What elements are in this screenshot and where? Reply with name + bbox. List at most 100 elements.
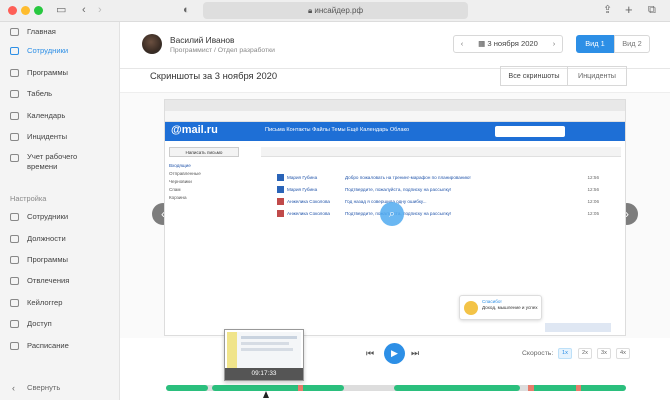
sidebar-item-label: Табель bbox=[27, 89, 53, 98]
table-icon bbox=[10, 90, 19, 98]
mail-from: Мария Губина bbox=[287, 187, 318, 192]
back-icon[interactable]: ‹ bbox=[82, 3, 86, 18]
mail-compose-button: Написать письмо bbox=[169, 147, 239, 157]
timeline-incident[interactable] bbox=[298, 385, 303, 391]
employee-header: Василий Иванов Программист / Отдел разра… bbox=[120, 22, 670, 69]
mail-from: Анжелика Соколова bbox=[287, 211, 330, 216]
address-bar[interactable]: 🔒︎ инсайдер.рф bbox=[203, 2, 468, 19]
skip-back-icon[interactable]: ⏮ bbox=[366, 348, 374, 359]
date-picker[interactable]: ‹ ▦ 3 ноября 2020 › bbox=[453, 35, 563, 53]
sender-avatar bbox=[277, 174, 284, 181]
settings-item-programs[interactable]: Программы bbox=[0, 250, 120, 270]
avatar bbox=[142, 34, 162, 54]
sidebar-item-home[interactable]: Главная bbox=[0, 22, 120, 42]
tabs-overview-icon[interactable]: ⧉ bbox=[648, 3, 656, 18]
speed-2x-button[interactable]: 2x bbox=[578, 348, 592, 359]
speed-label: Скорость: bbox=[522, 350, 554, 357]
skip-forward-icon[interactable]: ⏭ bbox=[411, 348, 419, 359]
settings-item-employees[interactable]: Сотрудники bbox=[0, 207, 120, 227]
apps-icon bbox=[10, 69, 19, 77]
mail-folder: Спам bbox=[169, 187, 181, 192]
sidebar-item-label: Учет рабочего bbox=[27, 152, 78, 161]
apps-icon bbox=[10, 256, 19, 264]
sidebar-item-label: Сотрудники bbox=[27, 46, 69, 55]
sidebar-item-programs[interactable]: Программы bbox=[0, 63, 120, 83]
sender-avatar bbox=[277, 186, 284, 193]
sidebar-item-label: Доступ bbox=[27, 319, 52, 328]
captured-toolbar bbox=[165, 111, 625, 122]
collapse-sidebar-button[interactable]: ‹ Свернуть bbox=[0, 378, 120, 398]
preview-image bbox=[227, 332, 301, 368]
view1-button[interactable]: Вид 1 bbox=[576, 35, 614, 53]
mail-folder: Корзина bbox=[169, 195, 187, 200]
settings-item-keylogger[interactable]: Кейлоггер bbox=[0, 293, 120, 313]
tab-incidents[interactable]: Инциденты bbox=[567, 66, 627, 86]
share-icon[interactable]: ⇪ bbox=[603, 3, 612, 18]
tab-all-screenshots[interactable]: Все скриншоты bbox=[500, 66, 568, 86]
captured-notification: Спасибо! Доход, мышление и успех bbox=[459, 295, 542, 320]
sidebar-toggle-icon[interactable]: ▭ bbox=[56, 3, 66, 18]
mail-subject: Подтвердите, пожалуйста, подписку на рас… bbox=[345, 187, 452, 192]
users-icon bbox=[10, 47, 19, 55]
preview-time: 09:17:33 bbox=[225, 368, 303, 380]
settings-item-schedule[interactable]: Расписание bbox=[0, 336, 120, 356]
browser-toolbar: ▭ ‹ › ◐ 🔒︎ инсайдер.рф ⇪ + ⧉ bbox=[0, 0, 670, 22]
screenshot-image[interactable]: @mail.ru Письма Контакты Файлы Темы Ещё … bbox=[164, 99, 626, 336]
mail-subject: Добро пожаловать на тренинг-марафон по п… bbox=[345, 175, 471, 180]
sidebar-item-label: Кейлоггер bbox=[27, 298, 63, 307]
sidebar-item-incidents[interactable]: Инциденты bbox=[0, 127, 120, 147]
maximize-window-button[interactable] bbox=[34, 6, 43, 15]
address-text: инсайдер.рф bbox=[314, 6, 364, 15]
sidebar-item-label: Календарь bbox=[27, 111, 66, 120]
mail-time: 12:56 bbox=[587, 175, 600, 180]
sidebar-item-calendar[interactable]: Календарь bbox=[0, 106, 120, 126]
timeline-incident[interactable] bbox=[576, 385, 581, 391]
timeline-segment[interactable] bbox=[394, 385, 520, 391]
sidebar-item-timesheet[interactable]: Табель bbox=[0, 84, 120, 104]
sender-avatar bbox=[277, 198, 284, 205]
speed-3x-button[interactable]: 3x bbox=[597, 348, 611, 359]
distraction-icon bbox=[10, 277, 19, 285]
mail-folder: Отправленные bbox=[169, 171, 201, 176]
minimize-window-button[interactable] bbox=[21, 6, 30, 15]
settings-item-access[interactable]: Доступ bbox=[0, 314, 120, 334]
speed-4x-button[interactable]: 4x bbox=[616, 348, 630, 359]
sidebar-item-label: времени bbox=[27, 162, 58, 171]
close-window-button[interactable] bbox=[8, 6, 17, 15]
timeline-segment[interactable] bbox=[212, 385, 344, 391]
clock-icon bbox=[10, 154, 19, 162]
sender-avatar bbox=[277, 210, 284, 217]
privacy-icon[interactable]: ◐ bbox=[183, 3, 190, 18]
timeline[interactable] bbox=[166, 385, 626, 391]
schedule-icon bbox=[10, 342, 19, 350]
settings-item-distractions[interactable]: Отвлечения bbox=[0, 271, 120, 291]
chevron-right-icon[interactable]: › bbox=[546, 36, 562, 52]
speed-1x-button[interactable]: 1x bbox=[558, 348, 572, 359]
settings-section-title: Настройка bbox=[10, 194, 47, 203]
timeline-incident[interactable] bbox=[528, 385, 534, 391]
mail-folders: Входящие Отправленные Черновики Спам Кор… bbox=[169, 162, 255, 202]
sidebar-item-label: Расписание bbox=[27, 341, 69, 350]
notification-avatar-icon bbox=[464, 301, 478, 315]
mail-folder: Входящие bbox=[169, 163, 191, 168]
sidebar-item-label: Отвлечения bbox=[27, 276, 70, 285]
chevron-left-icon: ‹ bbox=[12, 383, 15, 393]
zoom-icon[interactable]: ⌕ bbox=[380, 202, 404, 226]
timeline-segment[interactable] bbox=[166, 385, 208, 391]
keyboard-icon bbox=[10, 299, 19, 307]
captured-mail-header: @mail.ru Письма Контакты Файлы Темы Ещё … bbox=[165, 122, 625, 141]
captured-browser-tabs bbox=[165, 100, 625, 111]
settings-item-positions[interactable]: Должности bbox=[0, 229, 120, 249]
badge-icon bbox=[10, 235, 19, 243]
player-controls: ⏮ ▶ ⏭ Скорость: 1x 2x 3x 4x bbox=[120, 340, 670, 380]
new-tab-icon[interactable]: + bbox=[625, 2, 633, 17]
lock-icon bbox=[10, 320, 19, 328]
sidebar-item-work-time[interactable]: Учет рабочего времени bbox=[0, 148, 120, 174]
sidebar-item-employees[interactable]: Сотрудники bbox=[0, 41, 120, 61]
play-button[interactable]: ▶ bbox=[384, 343, 405, 364]
calendar-icon bbox=[10, 112, 19, 120]
forward-icon[interactable]: › bbox=[98, 3, 102, 18]
sidebar-item-label: Главная bbox=[27, 27, 56, 36]
chevron-left-icon[interactable]: ‹ bbox=[454, 36, 470, 52]
view2-button[interactable]: Вид 2 bbox=[614, 35, 650, 53]
